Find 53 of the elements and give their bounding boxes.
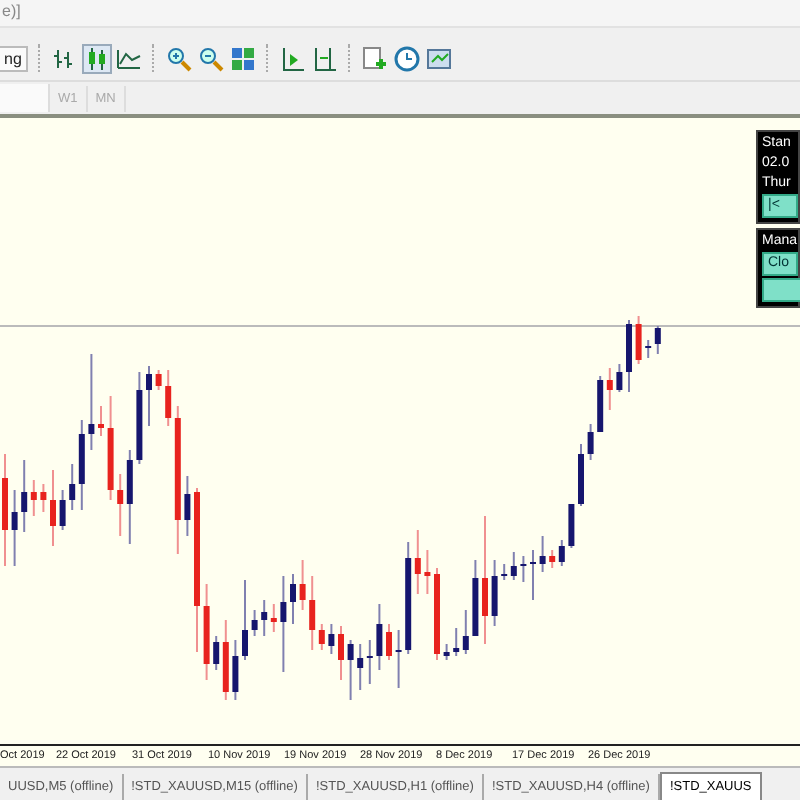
candlestick — [338, 625, 344, 681]
candlestick — [50, 469, 56, 547]
candlestick — [587, 423, 594, 461]
candlestick — [184, 475, 191, 537]
candlestick — [203, 583, 210, 681]
candlestick — [280, 575, 287, 673]
candlestick — [472, 559, 479, 637]
candlestick — [299, 559, 306, 611]
candlestick — [434, 567, 440, 661]
candlestick — [635, 315, 642, 365]
bar-chart-icon[interactable] — [51, 45, 78, 71]
candlestick — [40, 483, 47, 513]
candlestick — [242, 579, 248, 661]
candlestick — [11, 489, 18, 567]
candlestick — [568, 503, 575, 549]
candlestick — [616, 363, 623, 393]
candlestick — [539, 535, 546, 573]
candlestick — [386, 623, 392, 661]
zoom-in-icon[interactable] — [165, 45, 192, 71]
candlestick — [98, 405, 104, 437]
candlestick — [424, 549, 431, 595]
window-title: e)] — [0, 0, 800, 28]
clock-icon[interactable] — [393, 45, 420, 71]
candlestick — [251, 609, 258, 637]
candlestick — [520, 555, 527, 583]
candlestick — [530, 549, 536, 601]
zoom-out-icon[interactable] — [197, 45, 224, 71]
candlestick — [376, 603, 383, 671]
candlestick — [491, 559, 498, 627]
candlestick — [443, 643, 450, 661]
candlestick — [347, 639, 354, 701]
candlestick — [482, 515, 488, 645]
toolbar-button[interactable]: ng — [0, 45, 28, 71]
candlestick — [107, 395, 114, 501]
candlestick — [2, 453, 8, 567]
candlestick — [155, 369, 162, 391]
chart-shift-icon[interactable] — [311, 45, 338, 71]
candlestick — [328, 623, 335, 655]
candlestick — [395, 629, 402, 689]
candlestick — [290, 573, 296, 625]
candlestick-icon[interactable] — [83, 45, 110, 71]
candlestick — [136, 371, 143, 465]
autoscroll-icon[interactable] — [279, 45, 306, 71]
tile-windows-icon[interactable] — [229, 45, 256, 71]
add-indicator-icon[interactable] — [361, 45, 388, 71]
template-icon[interactable] — [425, 45, 452, 71]
candlestick — [146, 365, 152, 427]
candlestick — [88, 353, 95, 451]
candlestick — [59, 489, 66, 531]
candlestick — [232, 639, 239, 701]
candlestick — [578, 443, 584, 507]
line-chart-icon[interactable] — [115, 45, 142, 71]
candlestick — [626, 319, 632, 393]
